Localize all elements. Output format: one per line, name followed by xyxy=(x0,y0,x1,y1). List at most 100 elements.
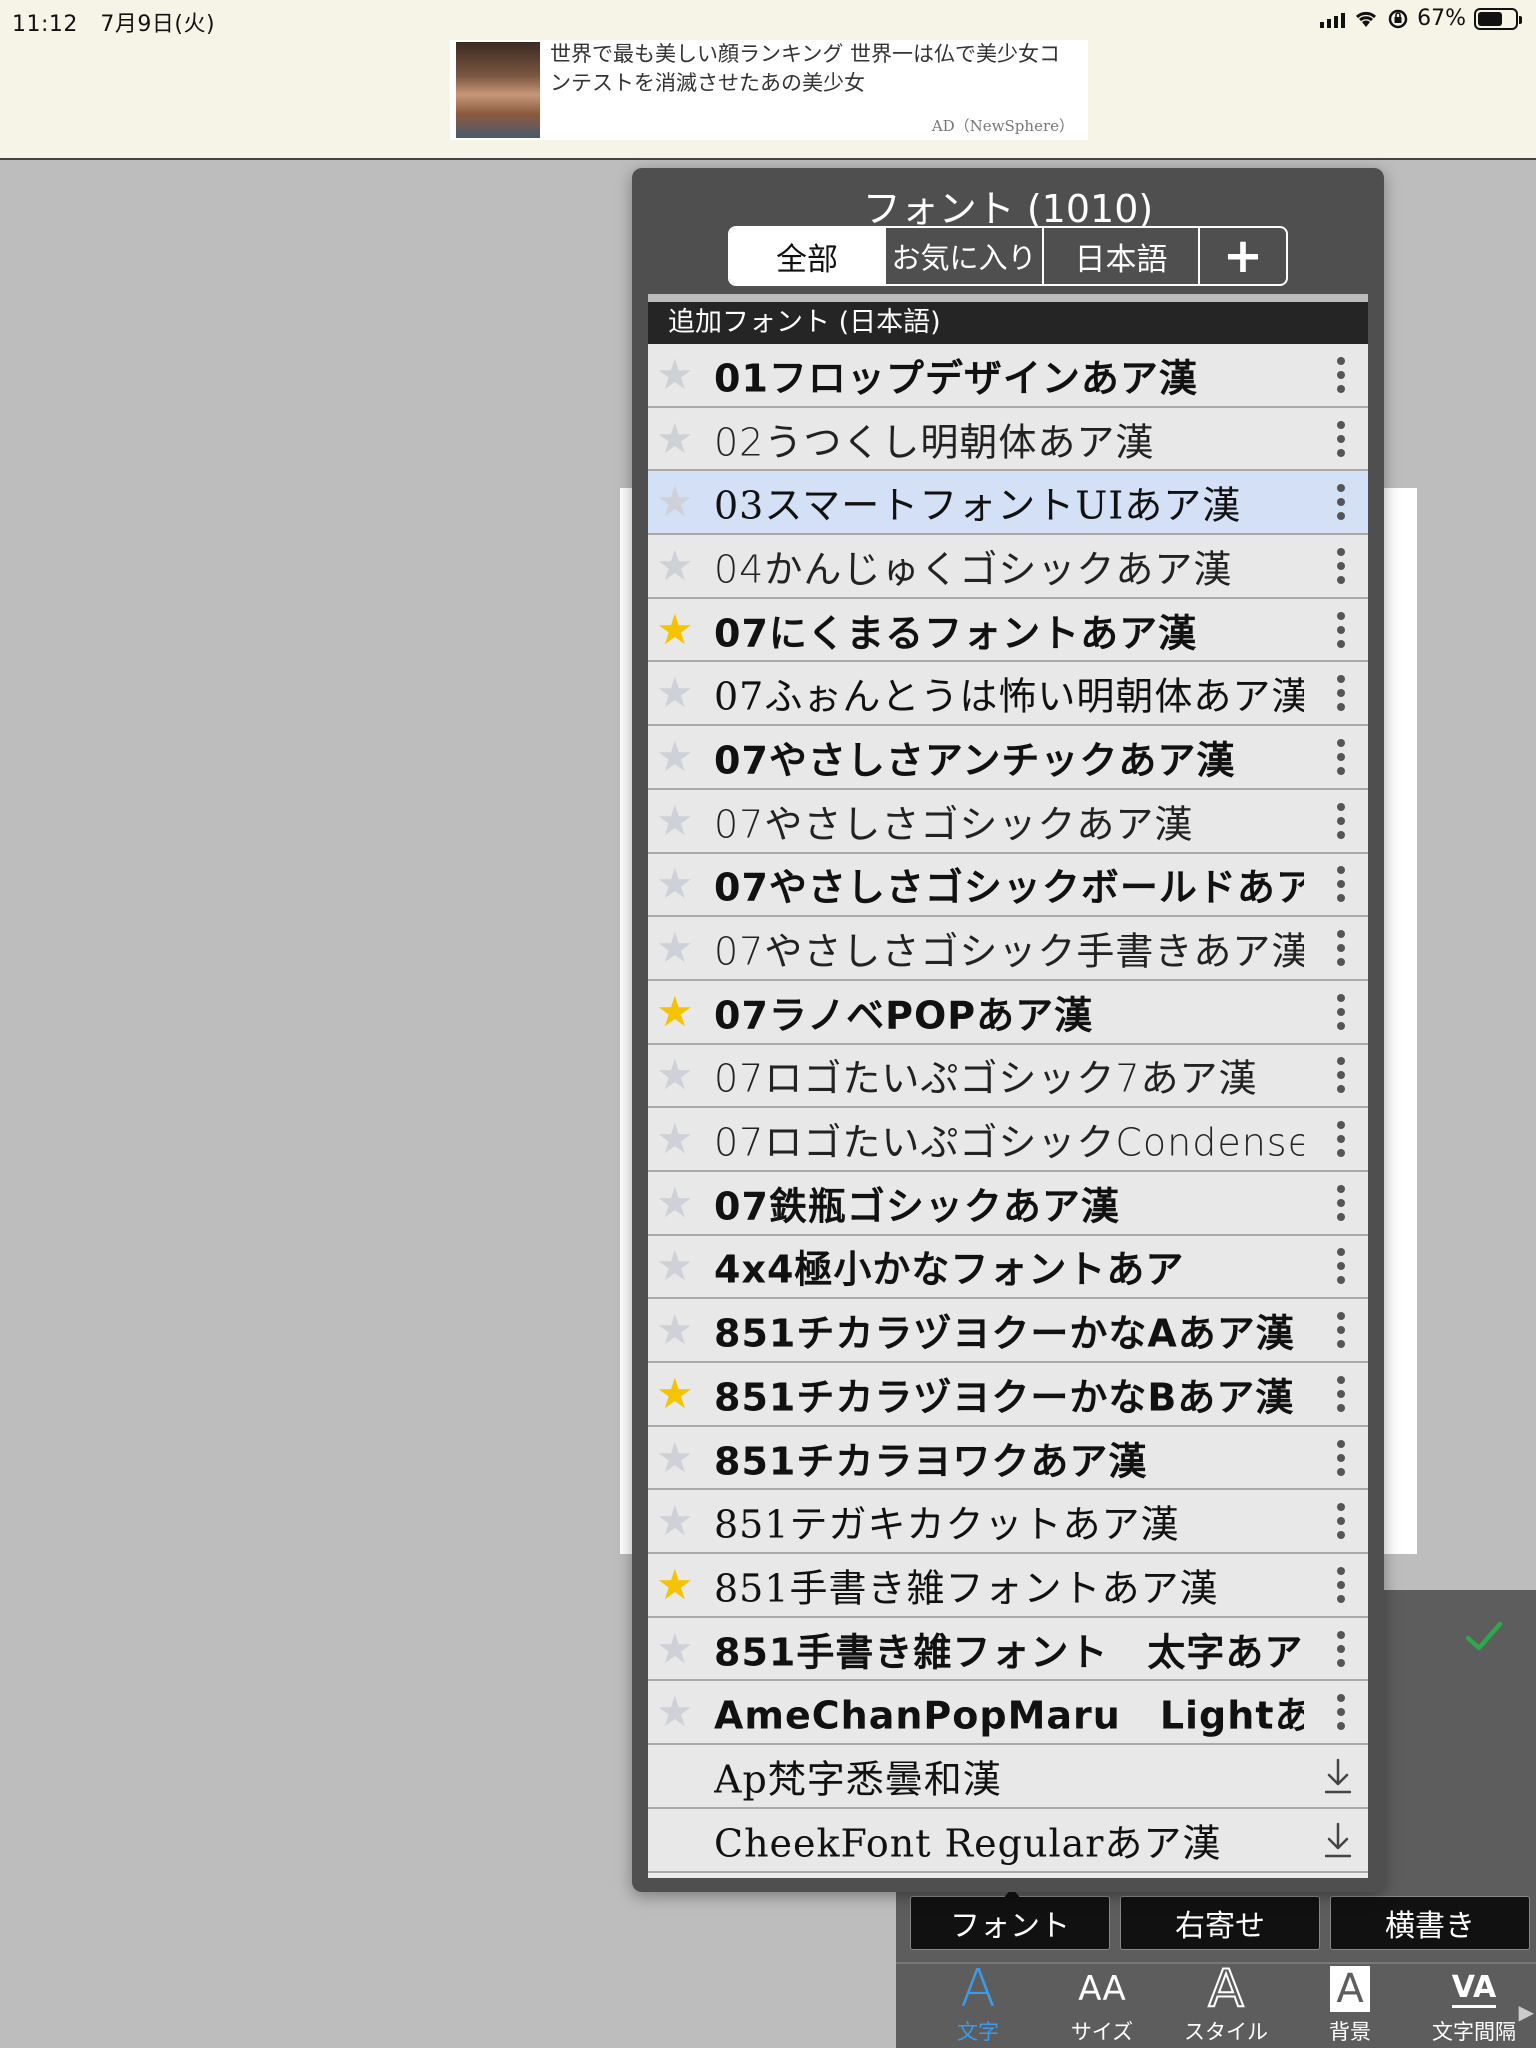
tab-align-right[interactable]: 右寄せ xyxy=(1120,1896,1320,1950)
favorite-star-icon[interactable]: ★ xyxy=(656,799,694,842)
segment-add[interactable]: + xyxy=(1200,228,1286,284)
cellular-signal-icon xyxy=(1320,10,1346,28)
font-row[interactable]: ★ 07にくまるフォントあア漢 xyxy=(648,598,1368,663)
more-options-icon[interactable] xyxy=(1336,1630,1346,1667)
more-options-icon[interactable] xyxy=(1336,1694,1346,1731)
font-row[interactable]: ★ 4x4極小かなフォントあア xyxy=(648,1235,1368,1300)
favorite-star-icon[interactable]: ★ xyxy=(656,608,694,651)
more-options-icon[interactable] xyxy=(1336,866,1346,903)
favorite-star-icon[interactable]: ★ xyxy=(656,1309,694,1351)
more-options-icon[interactable] xyxy=(1336,930,1346,967)
more-options-icon[interactable] xyxy=(1336,547,1346,584)
more-options-icon[interactable] xyxy=(1336,1503,1346,1540)
tool-size[interactable]: AA サイズ xyxy=(1040,1964,1164,2048)
more-options-icon[interactable] xyxy=(1336,611,1346,648)
font-rows: ★ 01フロップデザインあア漢 ★ 02うつくし明朝体あア漢 ★ 03スマートフォントUI… xyxy=(648,344,1368,1873)
download-icon[interactable] xyxy=(1322,1820,1354,1860)
font-row[interactable]: ★ 07ラノベPOPあア漢 xyxy=(648,980,1368,1045)
favorite-star-icon[interactable]: ★ xyxy=(656,481,694,523)
font-name: 07ロゴたいぷゴシックCondense xyxy=(714,1120,1304,1165)
favorite-star-icon[interactable]: ★ xyxy=(656,1118,694,1160)
more-options-icon[interactable] xyxy=(1336,1312,1346,1349)
favorite-star-icon[interactable]: ★ xyxy=(656,927,694,969)
tool-background-label: 背景 xyxy=(1329,2020,1371,2044)
font-row[interactable]: ★ 07ロゴたいぷゴシックCondense xyxy=(648,1108,1368,1172)
favorite-star-icon[interactable]: ★ xyxy=(656,1245,694,1287)
ad-source: AD（NewSphere） xyxy=(931,117,1074,135)
more-options-icon[interactable] xyxy=(1336,484,1346,521)
font-row[interactable]: ★ 04かんじゅくゴシックあア漢 xyxy=(648,535,1368,599)
font-row[interactable]: ★ 851テガキカクットあア漢 xyxy=(648,1490,1368,1555)
segment-japanese[interactable]: 日本語 xyxy=(1044,228,1200,284)
favorite-star-icon[interactable]: ★ xyxy=(656,1054,694,1096)
tab-horizontal-writing[interactable]: 横書き xyxy=(1330,1896,1530,1950)
favorite-star-icon[interactable]: ★ xyxy=(656,735,694,778)
font-row[interactable]: ★ 851手書き雑フォント 太字あア漢 xyxy=(648,1617,1368,1682)
tool-text[interactable]: A 文字 xyxy=(916,1962,1040,2048)
tool-background[interactable]: A 背景 xyxy=(1288,1964,1412,2048)
font-picker-popover: フォント (1010) 全部 お気に入り 日本語 + 追加フォント (日本語) … xyxy=(632,168,1384,1892)
more-options-icon[interactable] xyxy=(1336,1184,1346,1221)
ad-banner[interactable]: 世界で最も美しい顔ランキング 世界一は仏で美少女コンテストを消滅させたあの美少女… xyxy=(450,40,1088,140)
font-row[interactable]: ★ 07やさしさゴシック手書きあア漢 xyxy=(648,917,1368,981)
favorite-star-icon[interactable]: ★ xyxy=(656,1563,694,1606)
tab-font[interactable]: フォント xyxy=(910,1896,1110,1950)
font-row[interactable]: ★ 07ロゴたいぷゴシック7あア漢 xyxy=(648,1044,1368,1109)
more-options-icon[interactable] xyxy=(1336,1057,1346,1094)
favorite-star-icon[interactable]: ★ xyxy=(656,1500,694,1542)
download-icon[interactable] xyxy=(1322,1756,1354,1796)
ad-photo[interactable] xyxy=(456,42,540,138)
favorite-star-icon[interactable]: ★ xyxy=(656,1181,694,1224)
favorite-star-icon[interactable]: ★ xyxy=(656,672,694,714)
font-row[interactable]: ★ 07やさしさゴシックあア漢 xyxy=(648,789,1368,854)
tool-letter-spacing[interactable]: VA 文字間隔 xyxy=(1412,1964,1536,2048)
font-name: 07やさしさアンチックあア漢 xyxy=(714,738,1236,783)
favorite-star-icon[interactable]: ★ xyxy=(656,1436,694,1479)
ad-headline[interactable]: 世界で最も美しい顔ランキング 世界一は仏で美少女コンテストを消滅させたあの美少女 xyxy=(550,40,1080,98)
wifi-icon xyxy=(1356,11,1377,27)
font-name: 01フロップデザインあア漢 xyxy=(714,356,1198,401)
favorite-star-icon[interactable]: ★ xyxy=(656,544,694,587)
font-row[interactable]: CheekFont Regularあア漢 xyxy=(648,1808,1368,1873)
section-header: 追加フォント (日本語) xyxy=(648,302,1368,344)
font-row[interactable]: ★ AmeChanPopMaru Lightあア漢 xyxy=(648,1681,1368,1746)
more-tools-arrow-icon[interactable]: ▶ xyxy=(1519,2000,1534,2024)
favorite-star-icon[interactable]: ★ xyxy=(656,990,694,1033)
more-options-icon[interactable] xyxy=(1336,356,1346,393)
more-options-icon[interactable] xyxy=(1336,1439,1346,1476)
segment-favorites[interactable]: お気に入り xyxy=(886,228,1044,284)
more-options-icon[interactable] xyxy=(1336,738,1346,775)
font-row[interactable]: ★ 07やさしさゴシックボールドあア漢 xyxy=(648,853,1368,918)
font-row[interactable]: ★ 07やさしさアンチックあア漢 xyxy=(648,726,1368,790)
font-name: 07やさしさゴシックあア漢 xyxy=(714,802,1194,847)
tool-style[interactable]: A スタイル xyxy=(1164,1961,1288,2048)
more-options-icon[interactable] xyxy=(1336,1566,1346,1603)
favorite-star-icon[interactable]: ★ xyxy=(656,863,694,905)
font-row[interactable]: ★ 07ふぉんとうは怖い明朝体あア漢 xyxy=(648,662,1368,727)
font-row[interactable]: Ap梵字悉曇和漢 xyxy=(648,1745,1368,1809)
more-options-icon[interactable] xyxy=(1336,675,1346,712)
battery-percent: 67% xyxy=(1417,6,1466,31)
more-options-icon[interactable] xyxy=(1336,802,1346,839)
font-row[interactable]: ★ 851チカラヅヨクーかなBあア漢 xyxy=(648,1363,1368,1427)
font-row[interactable]: ★ 851チカラヅヨクーかなAあア漢 xyxy=(648,1299,1368,1363)
favorite-star-icon[interactable]: ★ xyxy=(656,1627,694,1670)
more-options-icon[interactable] xyxy=(1336,1121,1346,1158)
more-options-icon[interactable] xyxy=(1336,993,1346,1030)
font-list[interactable]: 追加フォント (日本語) ★ 01フロップデザインあア漢 ★ 02うつくし明朝体あア漢… xyxy=(648,294,1368,1878)
confirm-check-icon[interactable] xyxy=(1462,1614,1506,1658)
font-row[interactable]: ★ 851チカラヨワクあア漢 xyxy=(648,1426,1368,1491)
segment-all[interactable]: 全部 xyxy=(730,228,886,284)
more-options-icon[interactable] xyxy=(1336,1248,1346,1285)
font-row[interactable]: ★ 07鉄瓶ゴシックあア漢 xyxy=(648,1171,1368,1236)
favorite-star-icon[interactable]: ★ xyxy=(656,417,694,460)
favorite-star-icon[interactable]: ★ xyxy=(656,353,694,396)
favorite-star-icon[interactable]: ★ xyxy=(656,1372,694,1415)
favorite-star-icon[interactable]: ★ xyxy=(656,1691,694,1733)
font-row[interactable]: ★ 851手書き雑フォントあア漢 xyxy=(648,1554,1368,1618)
font-row[interactable]: ★ 03スマートフォントUIあア漢 xyxy=(648,471,1368,536)
font-row[interactable]: ★ 01フロップデザインあア漢 xyxy=(648,344,1368,408)
more-options-icon[interactable] xyxy=(1336,420,1346,457)
font-row[interactable]: ★ 02うつくし明朝体あア漢 xyxy=(648,407,1368,472)
more-options-icon[interactable] xyxy=(1336,1375,1346,1412)
